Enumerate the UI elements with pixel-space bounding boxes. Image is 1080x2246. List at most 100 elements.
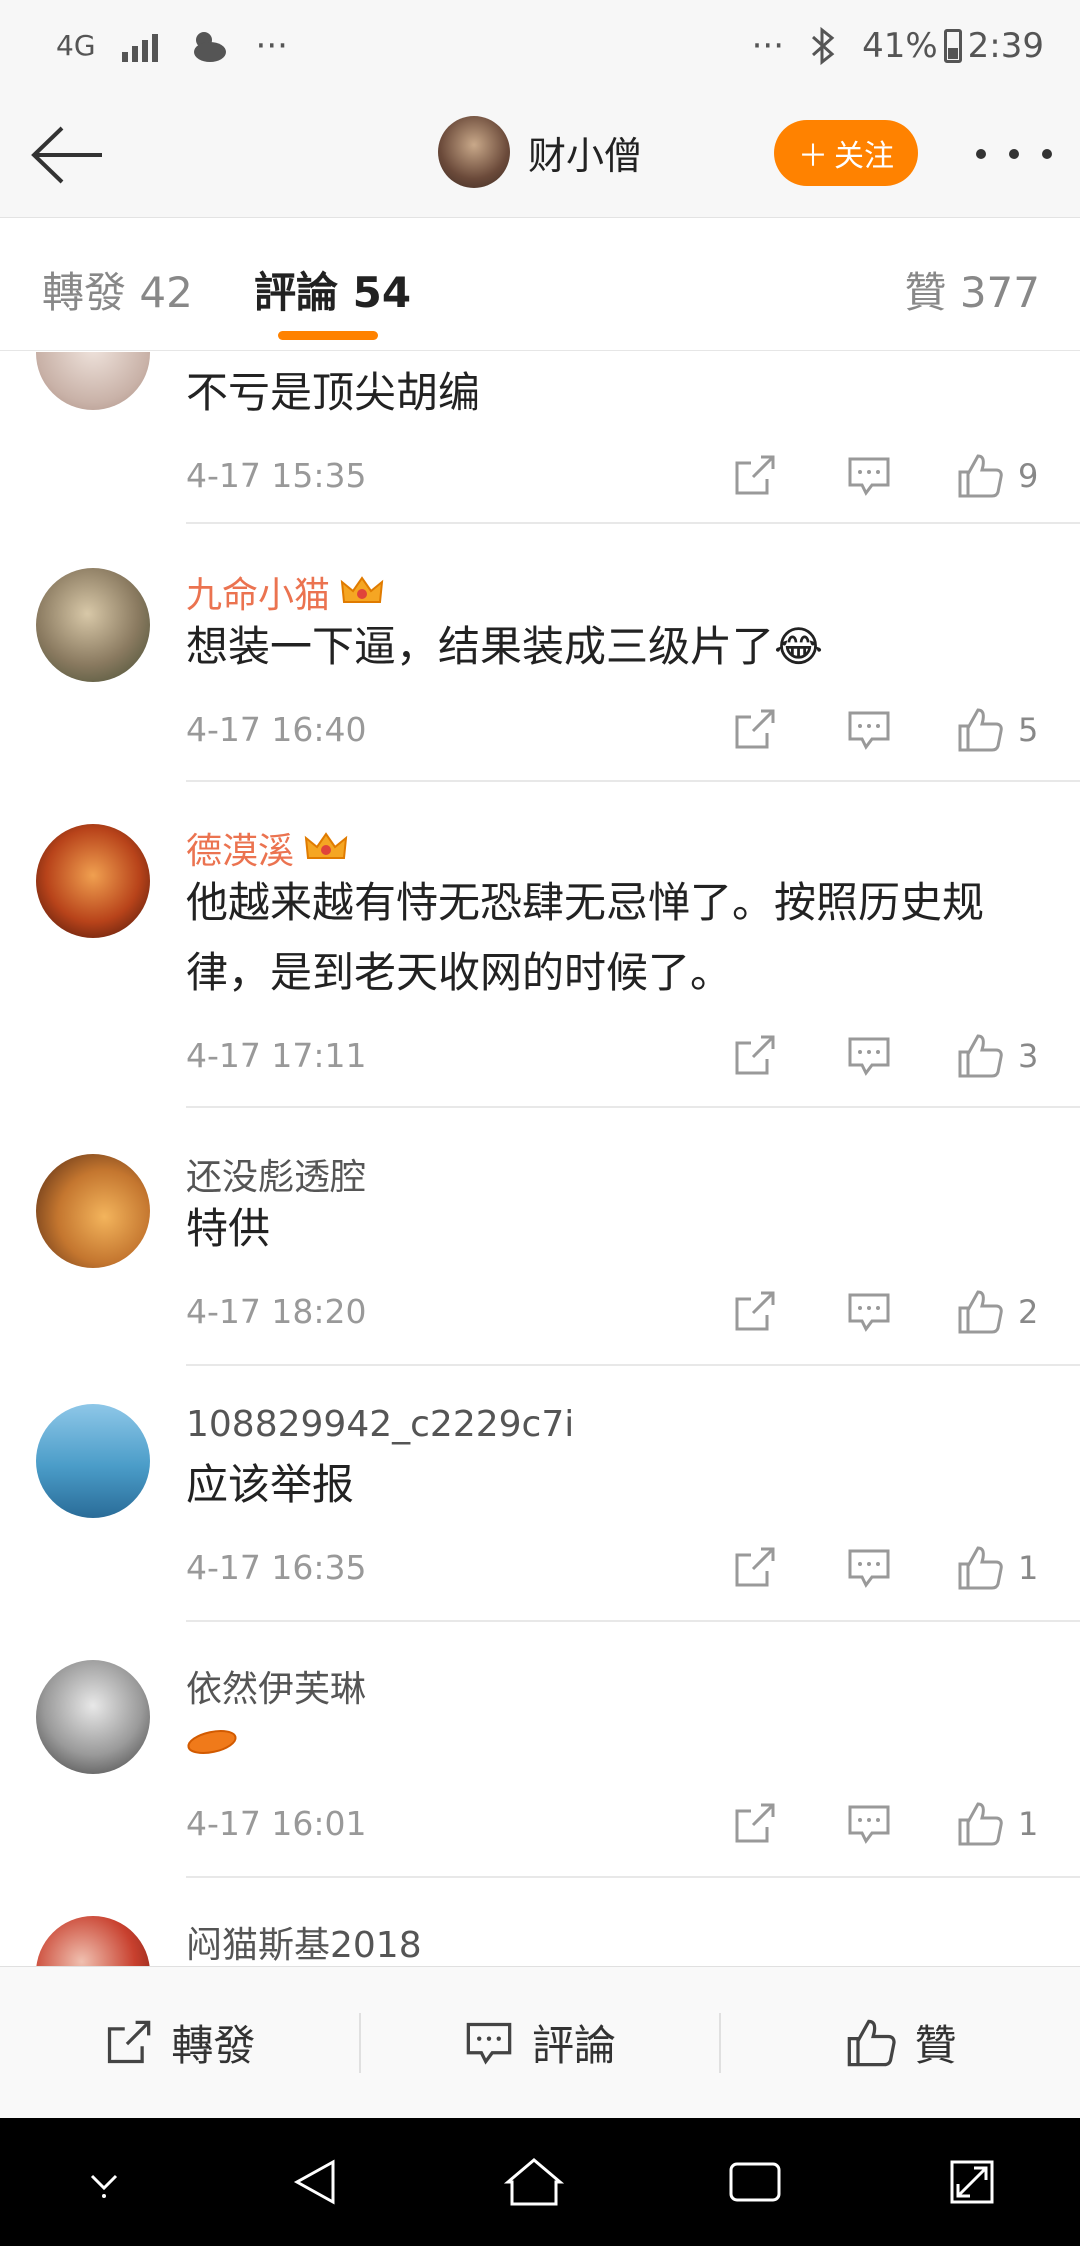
share-button[interactable] [731,1544,777,1592]
follow-button[interactable]: ＋ 关注 [774,120,918,186]
comment-username[interactable]: 依然伊芙琳 [186,1660,366,1712]
avatar[interactable] [36,568,150,682]
avatar[interactable] [36,1916,150,1966]
share-button[interactable] [731,1288,777,1336]
avatar[interactable] [36,352,150,410]
like-count: 2 [1018,1293,1039,1331]
avatar[interactable] [36,1404,150,1518]
like-button[interactable]: 2 [956,1288,1038,1336]
comment-meta: 4-17 15:35 9 [186,452,1046,502]
share-icon [735,1291,775,1331]
comment-item: 九命小猫 想装一下逼，结果装成三级片了😂 4-17 16:40 5 [0,524,1080,782]
like-button[interactable]: 9 [956,452,1038,500]
recent-apps-icon[interactable] [725,2154,785,2210]
home-icon[interactable] [502,2154,566,2210]
comment-time: 4-17 16:40 [186,710,367,749]
thumbs-up-icon [958,1802,1003,1846]
avatar[interactable] [36,1154,150,1268]
share-button[interactable] [731,1032,777,1080]
reply-icon [848,1293,890,1332]
comment-username[interactable]: 还没彪透腔 [186,1148,366,1200]
expand-icon[interactable] [944,2154,1000,2210]
more-dot [1042,149,1052,159]
reply-button[interactable] [846,1800,892,1848]
comment-item: 依然伊芙琳 4-17 16:01 1 [0,1620,1080,1878]
follow-label: 关注 [834,139,894,174]
comment-username[interactable]: 九命小猫 [186,566,384,618]
more-dot [976,149,986,159]
share-button[interactable] [731,1800,777,1848]
comment-meta: 4-17 16:40 5 [186,706,1046,756]
like-button[interactable]: 5 [956,706,1038,754]
tab-bar: 轉發 42 評論 54 贊 377 [0,219,1080,351]
comment-text: 应该举报 [186,1460,355,1509]
network-type: 4G [56,29,96,62]
like-count: 9 [1018,457,1039,495]
share-button[interactable] [731,452,777,500]
like-button[interactable]: 1 [956,1544,1038,1592]
comment-time: 4-17 15:35 [186,456,367,495]
chevron-down-icon[interactable] [80,2162,128,2202]
comment-username[interactable]: 德漠溪 [186,822,348,874]
more-options-button[interactable] [976,136,1052,172]
crown-icon [304,832,348,859]
share-icon [735,455,775,495]
thumbs-up-icon [958,708,1003,752]
thumbs-up-icon [958,454,1003,498]
more-dot [1009,149,1019,159]
like-button[interactable]: 贊 [721,1967,1080,2118]
comment-time: 4-17 17:11 [186,1036,367,1075]
tab-comment[interactable]: 評論 54 [254,259,411,320]
weather-icon [193,32,226,62]
like-count: 3 [1018,1037,1039,1075]
back-nav-icon[interactable] [287,2154,343,2210]
share-icon [735,1803,775,1843]
battery-percent: 41% [862,26,938,66]
reply-button[interactable] [846,1544,892,1592]
status-bar: 4G ··· ··· 41% 2:39 [0,0,1080,92]
avatar[interactable] [36,824,150,938]
thumbs-up-icon [958,1290,1003,1334]
avatar[interactable] [36,1660,150,1774]
plus-icon: ＋ [798,139,828,174]
comment-meta: 4-17 16:01 1 [186,1800,1046,1850]
username-text: 108829942_c2229c7i [186,1404,575,1445]
repost-button[interactable]: 轉發 [0,1967,359,2118]
comment-meta: 4-17 17:11 3 [186,1032,1046,1082]
back-button[interactable] [28,120,108,190]
like-button[interactable]: 3 [956,1032,1038,1080]
share-icon [735,1547,775,1587]
comment-username[interactable]: 闷猫斯基2018 [186,1916,422,1966]
reply-icon [848,1805,890,1844]
repost-label: 轉發 [171,2021,256,2070]
comment-text: 他越来越有恃无恐肆无忌惮了。按照历史规律，是到老天收网的时候了。 [186,878,985,997]
comment-text: 特供 [186,1204,271,1253]
comment-username[interactable]: 108829942_c2229c7i [186,1404,574,1445]
profile-header[interactable]: 财小僧 [438,116,642,188]
comment-text: 想装一下逼，结果装成三级片了😂 [186,622,824,671]
reply-button[interactable] [846,1032,892,1080]
comment-button[interactable]: 評論 [361,1967,720,2118]
comment-item: 还没彪透腔 特供 4-17 18:20 2 [0,1108,1080,1366]
username-text: 依然伊芙琳 [186,1669,367,1710]
share-button[interactable] [731,706,777,754]
reply-button[interactable] [846,706,892,754]
crown-icon [340,576,384,603]
comment-item: 108829942_c2229c7i 应该举报 4-17 16:35 1 [0,1364,1080,1622]
username-text: 九命小猫 [186,575,331,616]
like-label: 贊 [914,2021,957,2070]
signal-icon [121,30,158,62]
status-dots-right: ··· [751,26,785,66]
like-button[interactable]: 1 [956,1800,1038,1848]
reply-button[interactable] [846,452,892,500]
reply-button[interactable] [846,1288,892,1336]
bluetooth-icon [812,26,835,66]
bottom-toolbar: 轉發 評論 贊 [0,1966,1080,2118]
tab-like[interactable]: 贊 377 [904,259,1040,320]
comment-item: 闷猫斯基2018 [0,1876,1080,1966]
comment-item: 德漠溪 他越来越有恃无恐肆无忌惮了。按照历史规律，是到老天收网的时候了。 4-1… [0,780,1080,1110]
like-count: 1 [1018,1805,1039,1843]
comment-list[interactable]: 不亏是顶尖胡编 4-17 15:35 9 九命小猫 想装一下逼，结果装成三级片了… [0,352,1080,1966]
avatar[interactable] [438,116,510,188]
tab-repost[interactable]: 轉發 42 [42,259,193,320]
